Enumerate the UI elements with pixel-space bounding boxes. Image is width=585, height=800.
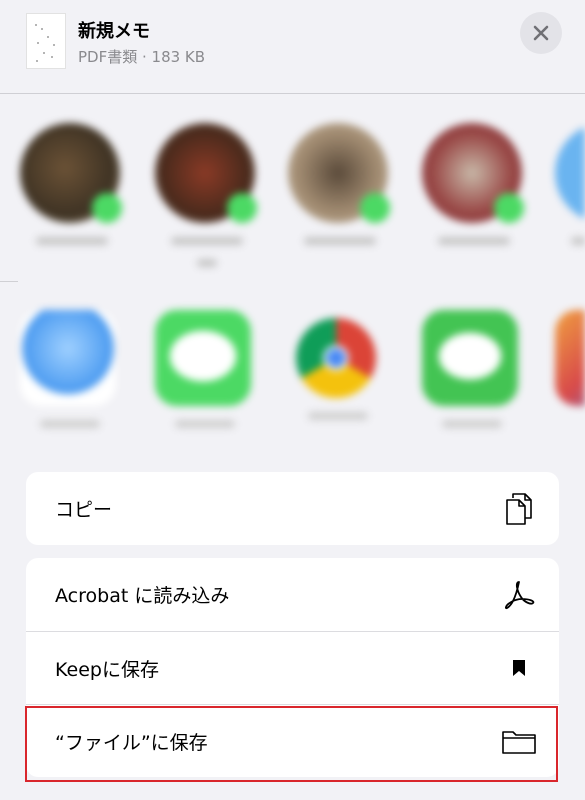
person-name (438, 237, 510, 245)
save-to-files-action[interactable]: “ファイル”に保存 (26, 704, 559, 777)
share-sheet-header: 新規メモ PDF書類 · 183 KB (0, 0, 585, 94)
apps-row (0, 290, 585, 440)
bookmark-icon (501, 650, 537, 686)
keep-label: Keepに保存 (55, 658, 159, 681)
copy-icon (501, 491, 537, 527)
close-button[interactable] (520, 12, 562, 54)
save-to-files-label: “ファイル”に保存 (55, 731, 208, 754)
person-suggestion[interactable] (422, 123, 526, 245)
folder-icon (501, 723, 537, 759)
person-name (304, 237, 376, 245)
app-label (175, 420, 235, 428)
acrobat-action[interactable]: Acrobat に読み込み (26, 558, 559, 631)
app-label (442, 420, 502, 428)
app-airdrop[interactable] (20, 310, 120, 428)
copy-label: コピー (55, 499, 113, 521)
badge-icon (92, 193, 122, 223)
airdrop-icon (20, 310, 116, 406)
app-messages[interactable] (155, 310, 255, 428)
copy-action[interactable]: コピー (26, 472, 559, 545)
acrobat-icon (501, 577, 537, 613)
chrome-icon (296, 318, 376, 398)
person-name (571, 237, 585, 245)
actions-group: Acrobat に読み込み Keepに保存 “ファイル”に保存 (26, 558, 559, 777)
app-icon (555, 310, 585, 406)
document-subtitle: PDF書類 · 183 KB (78, 48, 206, 66)
app-chrome[interactable] (288, 310, 388, 420)
document-thumbnail (26, 13, 66, 69)
divider (0, 281, 18, 282)
copy-group: コピー (26, 472, 559, 545)
avatar (555, 123, 585, 223)
person-suggestion[interactable] (155, 123, 259, 267)
keep-action[interactable]: Keepに保存 (26, 631, 559, 704)
line-icon (422, 310, 518, 406)
person-suggestion[interactable] (20, 123, 124, 245)
app-label (308, 412, 368, 420)
app-label (40, 420, 100, 428)
acrobat-label: Acrobat に読み込み (55, 585, 230, 607)
badge-icon (494, 193, 524, 223)
messages-icon (155, 310, 251, 406)
close-icon (533, 25, 549, 41)
badge-icon (360, 193, 390, 223)
person-name (171, 237, 243, 245)
person-name (197, 259, 217, 267)
app-other[interactable] (555, 310, 585, 406)
person-name (36, 237, 108, 245)
people-suggestions-row (0, 95, 585, 281)
app-line[interactable] (422, 310, 522, 428)
badge-icon (227, 193, 257, 223)
person-suggestion[interactable] (288, 123, 392, 245)
person-suggestion[interactable] (555, 123, 585, 245)
document-title: 新規メモ (78, 21, 150, 42)
